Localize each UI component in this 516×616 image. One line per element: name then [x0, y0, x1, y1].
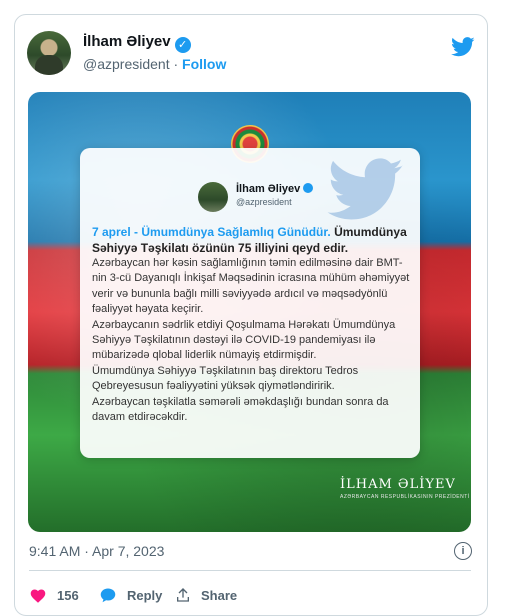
reply-bubble-icon — [100, 588, 116, 603]
tweet-header: İlham Əliyev ✓ @azpresident · Follow — [27, 23, 477, 79]
quoted-author-handle: @azpresident — [236, 197, 292, 207]
action-bar: 156 Reply Share — [29, 587, 471, 607]
follow-button[interactable]: Follow — [182, 56, 226, 72]
quoted-paragraph-2: Azərbaycanın sədrlik etdiyi Qoşulmama Hə… — [92, 318, 396, 362]
heart-icon — [30, 589, 46, 603]
quoted-paragraph-3: Ümumdünya Səhiyyə Təşkilatının baş direk… — [92, 364, 359, 393]
quoted-avatar — [198, 182, 228, 212]
quoted-verified-badge-icon — [303, 183, 314, 193]
quoted-tweet-card: İlham Əliyev @azpresident 7 aprel - Ümum… — [80, 148, 420, 458]
tweet-timestamp[interactable]: 9:41 AM · Apr 7, 2023 — [29, 543, 164, 559]
handle-line: @azpresident · Follow — [83, 56, 226, 72]
quoted-lead: 7 aprel - Ümumdünya Sağlamlıq Günüdür. Ü… — [92, 225, 407, 255]
author-handle[interactable]: @azpresident — [83, 56, 170, 72]
signature-logo: İLHAM ƏLİYEV — [340, 477, 456, 492]
tweet-card: İlham Əliyev ✓ @azpresident · Follow İlha… — [14, 14, 488, 616]
quoted-author-name: İlham Əliyev — [236, 183, 314, 195]
author-name[interactable]: İlham Əliyev — [83, 33, 171, 50]
like-count: 156 — [57, 587, 79, 603]
info-icon[interactable]: i — [454, 542, 472, 560]
signature-subtitle: AZƏRBAYCAN RESPUBLİKASININ PREZİDENTİ — [340, 494, 470, 500]
divider — [29, 570, 471, 571]
reply-label: Reply — [127, 587, 163, 603]
avatar[interactable] — [27, 31, 71, 75]
share-button[interactable]: Share — [175, 587, 237, 603]
quoted-tweet-text: 7 aprel - Ümumdünya Sağlamlıq Günüdür. Ü… — [92, 224, 410, 425]
quoted-paragraph-1: Azərbaycan hər kəsin sağlamlığının təmin… — [92, 257, 410, 316]
like-button[interactable]: 156 — [29, 587, 79, 603]
twitter-bird-icon[interactable] — [451, 37, 475, 57]
twitter-bird-watermark-icon — [327, 158, 404, 220]
quoted-paragraph-4: Azərbaycan təşkilatla səmərəli əməkdaşlı… — [92, 395, 389, 424]
verified-badge-icon: ✓ — [174, 37, 191, 53]
separator: · — [173, 56, 179, 72]
reply-button[interactable]: Reply — [99, 587, 162, 603]
tweet-image[interactable]: İlham Əliyev @azpresident 7 aprel - Ümum… — [28, 92, 471, 532]
author-name-line[interactable]: İlham Əliyev ✓ — [83, 33, 191, 53]
share-icon — [177, 588, 189, 602]
share-label: Share — [201, 587, 238, 603]
